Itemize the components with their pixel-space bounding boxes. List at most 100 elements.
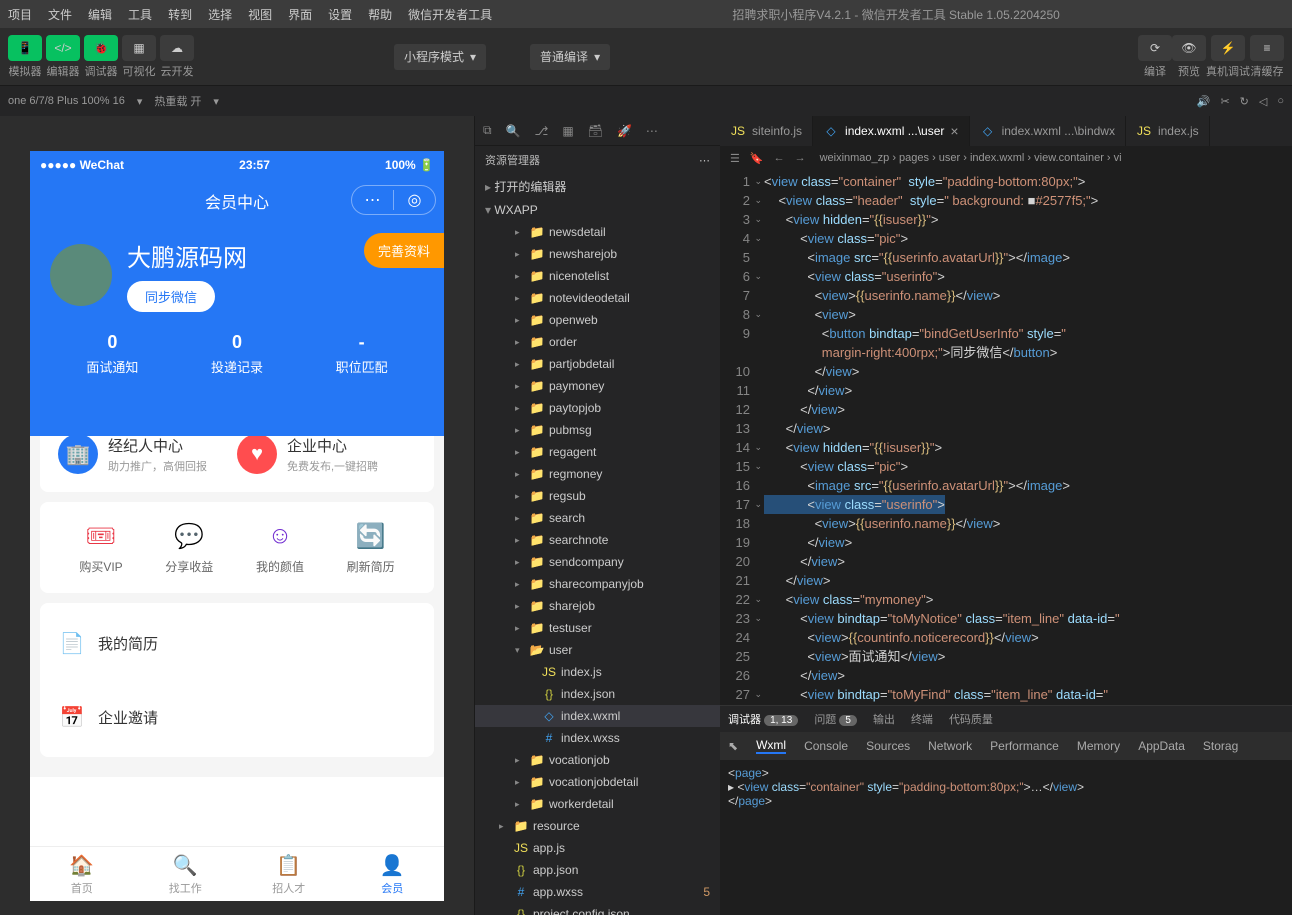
menu-view[interactable]: 视图 (240, 6, 280, 23)
tree-item-app.js[interactable]: JSapp.js (475, 837, 720, 859)
tree-item-regagent[interactable]: ▸📁regagent (475, 441, 720, 463)
fwd-icon[interactable]: → (795, 152, 806, 165)
tree-item-vocationjobdetail[interactable]: ▸📁vocationjobdetail (475, 771, 720, 793)
files-icon[interactable]: ⧉ (483, 123, 492, 138)
breadcrumb[interactable]: weixinmao_zp › pages › user › index.wxml… (820, 152, 1122, 164)
rotate-icon[interactable]: ↻ (1240, 95, 1249, 108)
debug-tab-代码质量[interactable]: 代码质量 (949, 711, 993, 727)
device-select[interactable]: one 6/7/8 Plus 100% 16 (8, 95, 125, 107)
db-icon[interactable]: 🗃 (588, 124, 603, 138)
tab-home[interactable]: 🏠首页 (30, 847, 134, 901)
devtools-tab-Storag[interactable]: Storag (1203, 739, 1238, 753)
home-icon[interactable]: ○ (1277, 95, 1284, 108)
debug-tab-终端[interactable]: 终端 (911, 711, 933, 727)
devtools-tab-Wxml[interactable]: Wxml (756, 738, 786, 754)
refresh-resume[interactable]: 🔄刷新简历 (347, 520, 395, 575)
debug-tab-输出[interactable]: 输出 (873, 711, 895, 727)
tree-item-resource[interactable]: ▸📁resource (475, 815, 720, 837)
tree-item-regmoney[interactable]: ▸📁regmoney (475, 463, 720, 485)
list-icon[interactable]: ☰ (730, 152, 740, 165)
mode-select[interactable]: 小程序模式▾ (394, 44, 486, 70)
agent-center[interactable]: 🏢 经纪人中心助力推广，高佣回报 (58, 434, 237, 474)
editor-tab[interactable]: JSindex.js (1126, 116, 1210, 146)
compile-select[interactable]: 普通编译▾ (530, 44, 610, 70)
menu-select[interactable]: 选择 (200, 6, 240, 23)
capsule-close-icon[interactable]: ◎ (394, 190, 435, 210)
menu-project[interactable]: 项目 (0, 6, 40, 23)
tree-item-search[interactable]: ▸📁search (475, 507, 720, 529)
visual-button[interactable]: ▦ (122, 35, 156, 61)
back-icon[interactable]: ← (774, 152, 785, 165)
complete-profile-button[interactable]: 完善资料 (364, 233, 444, 268)
tree-item-partjobdetail[interactable]: ▸📁partjobdetail (475, 353, 720, 375)
sound-icon[interactable]: 🔊 (1197, 95, 1211, 108)
stat-match[interactable]: -职位匹配 (336, 332, 388, 376)
devtools-tab-Network[interactable]: Network (928, 739, 972, 753)
devtools-tab-Sources[interactable]: Sources (866, 739, 910, 753)
tree-item-regsub[interactable]: ▸📁regsub (475, 485, 720, 507)
more-icon[interactable]: ⋯ (646, 124, 658, 138)
share-income[interactable]: 💬分享收益 (165, 520, 213, 575)
company-center[interactable]: ♥ 企业中心免费发布,一键招聘 (237, 434, 416, 474)
back-icon[interactable]: ◁ (1259, 95, 1267, 108)
cloud-button[interactable]: ☁ (160, 35, 194, 61)
menu-devtools[interactable]: 微信开发者工具 (400, 6, 500, 23)
tree-item-app.json[interactable]: {}app.json (475, 859, 720, 881)
tree-item-workerdetail[interactable]: ▸📁workerdetail (475, 793, 720, 815)
tree-item-index.wxml[interactable]: ◇index.wxml (475, 705, 720, 727)
tree-item-sharecompanyjob[interactable]: ▸📁sharecompanyjob (475, 573, 720, 595)
tree-item-index.json[interactable]: {}index.json (475, 683, 720, 705)
tab-findjob[interactable]: 🔍找工作 (134, 847, 238, 901)
code-editor[interactable]: 1⌄<view class="container" style="padding… (720, 170, 1292, 705)
capsule-menu-icon[interactable]: ⋯ (352, 190, 394, 210)
tree-item-paymoney[interactable]: ▸📁paymoney (475, 375, 720, 397)
my-resume[interactable]: 📄我的简历 (58, 621, 416, 665)
debug-tab-问题[interactable]: 问题 5 (814, 711, 857, 727)
cut-icon[interactable]: ✂ (1220, 95, 1229, 108)
devtools-tab-Performance[interactable]: Performance (990, 739, 1059, 753)
wxml-inspector[interactable]: <page> ▸ <view class="container" style="… (720, 760, 1292, 814)
ext-icon[interactable]: ▦ (562, 124, 573, 138)
preview-action[interactable]: 👁 (1172, 35, 1206, 61)
menu-tools[interactable]: 工具 (120, 6, 160, 23)
tab-member[interactable]: 👤会员 (341, 847, 445, 901)
inspect-icon[interactable]: ⬉ (728, 739, 738, 753)
more-icon[interactable]: ⋯ (699, 154, 710, 167)
realdevice-action[interactable]: ⚡ (1211, 35, 1245, 61)
tree-item-sharejob[interactable]: ▸📁sharejob (475, 595, 720, 617)
debugger-button[interactable]: 🐞 (84, 35, 118, 61)
simulator-button[interactable]: 📱 (8, 35, 42, 61)
tree-item-order[interactable]: ▸📁order (475, 331, 720, 353)
hotreload[interactable]: 热重载 开 (154, 93, 201, 109)
tab-hire[interactable]: 📋招人才 (237, 847, 341, 901)
tree-item-user[interactable]: ▾📂user (475, 639, 720, 661)
tree-item-notevideodetail[interactable]: ▸📁notevideodetail (475, 287, 720, 309)
menu-settings[interactable]: 设置 (320, 6, 360, 23)
search-icon[interactable]: 🔍 (506, 124, 521, 138)
company-invite[interactable]: 📅企业邀请 (58, 695, 416, 739)
tree-item-newsdetail[interactable]: ▸📁newsdetail (475, 221, 720, 243)
menu-help[interactable]: 帮助 (360, 6, 400, 23)
branch-icon[interactable]: ⎇ (535, 124, 549, 138)
tree-item-app.wxss[interactable]: #app.wxss5 (475, 881, 720, 903)
menu-edit[interactable]: 编辑 (80, 6, 120, 23)
close-icon[interactable]: × (950, 123, 958, 139)
rocket-icon[interactable]: 🚀 (617, 124, 632, 138)
debug-tab-调试器[interactable]: 调试器 1, 13 (728, 711, 798, 727)
editor-tab[interactable]: JSsiteinfo.js (720, 116, 813, 146)
my-face[interactable]: ☺我的颜值 (256, 520, 304, 575)
tree-item-paytopjob[interactable]: ▸📁paytopjob (475, 397, 720, 419)
stat-interview[interactable]: 0面试通知 (86, 332, 138, 376)
tree-item-openweb[interactable]: ▸📁openweb (475, 309, 720, 331)
avatar[interactable] (50, 244, 112, 306)
tree-item-sendcompany[interactable]: ▸📁sendcompany (475, 551, 720, 573)
capsule[interactable]: ⋯◎ (351, 185, 436, 215)
tree-item-project.config.json[interactable]: {}project.config.json (475, 903, 720, 915)
menu-file[interactable]: 文件 (40, 6, 80, 23)
menu-ui[interactable]: 界面 (280, 6, 320, 23)
editor-button[interactable]: </> (46, 35, 80, 61)
open-editors-section[interactable]: 打开的编辑器 (475, 174, 720, 199)
editor-tab[interactable]: ◇index.wxml ...\user× (813, 116, 970, 146)
buy-vip[interactable]: 🎟购买VIP (79, 520, 122, 575)
tree-item-vocationjob[interactable]: ▸📁vocationjob (475, 749, 720, 771)
